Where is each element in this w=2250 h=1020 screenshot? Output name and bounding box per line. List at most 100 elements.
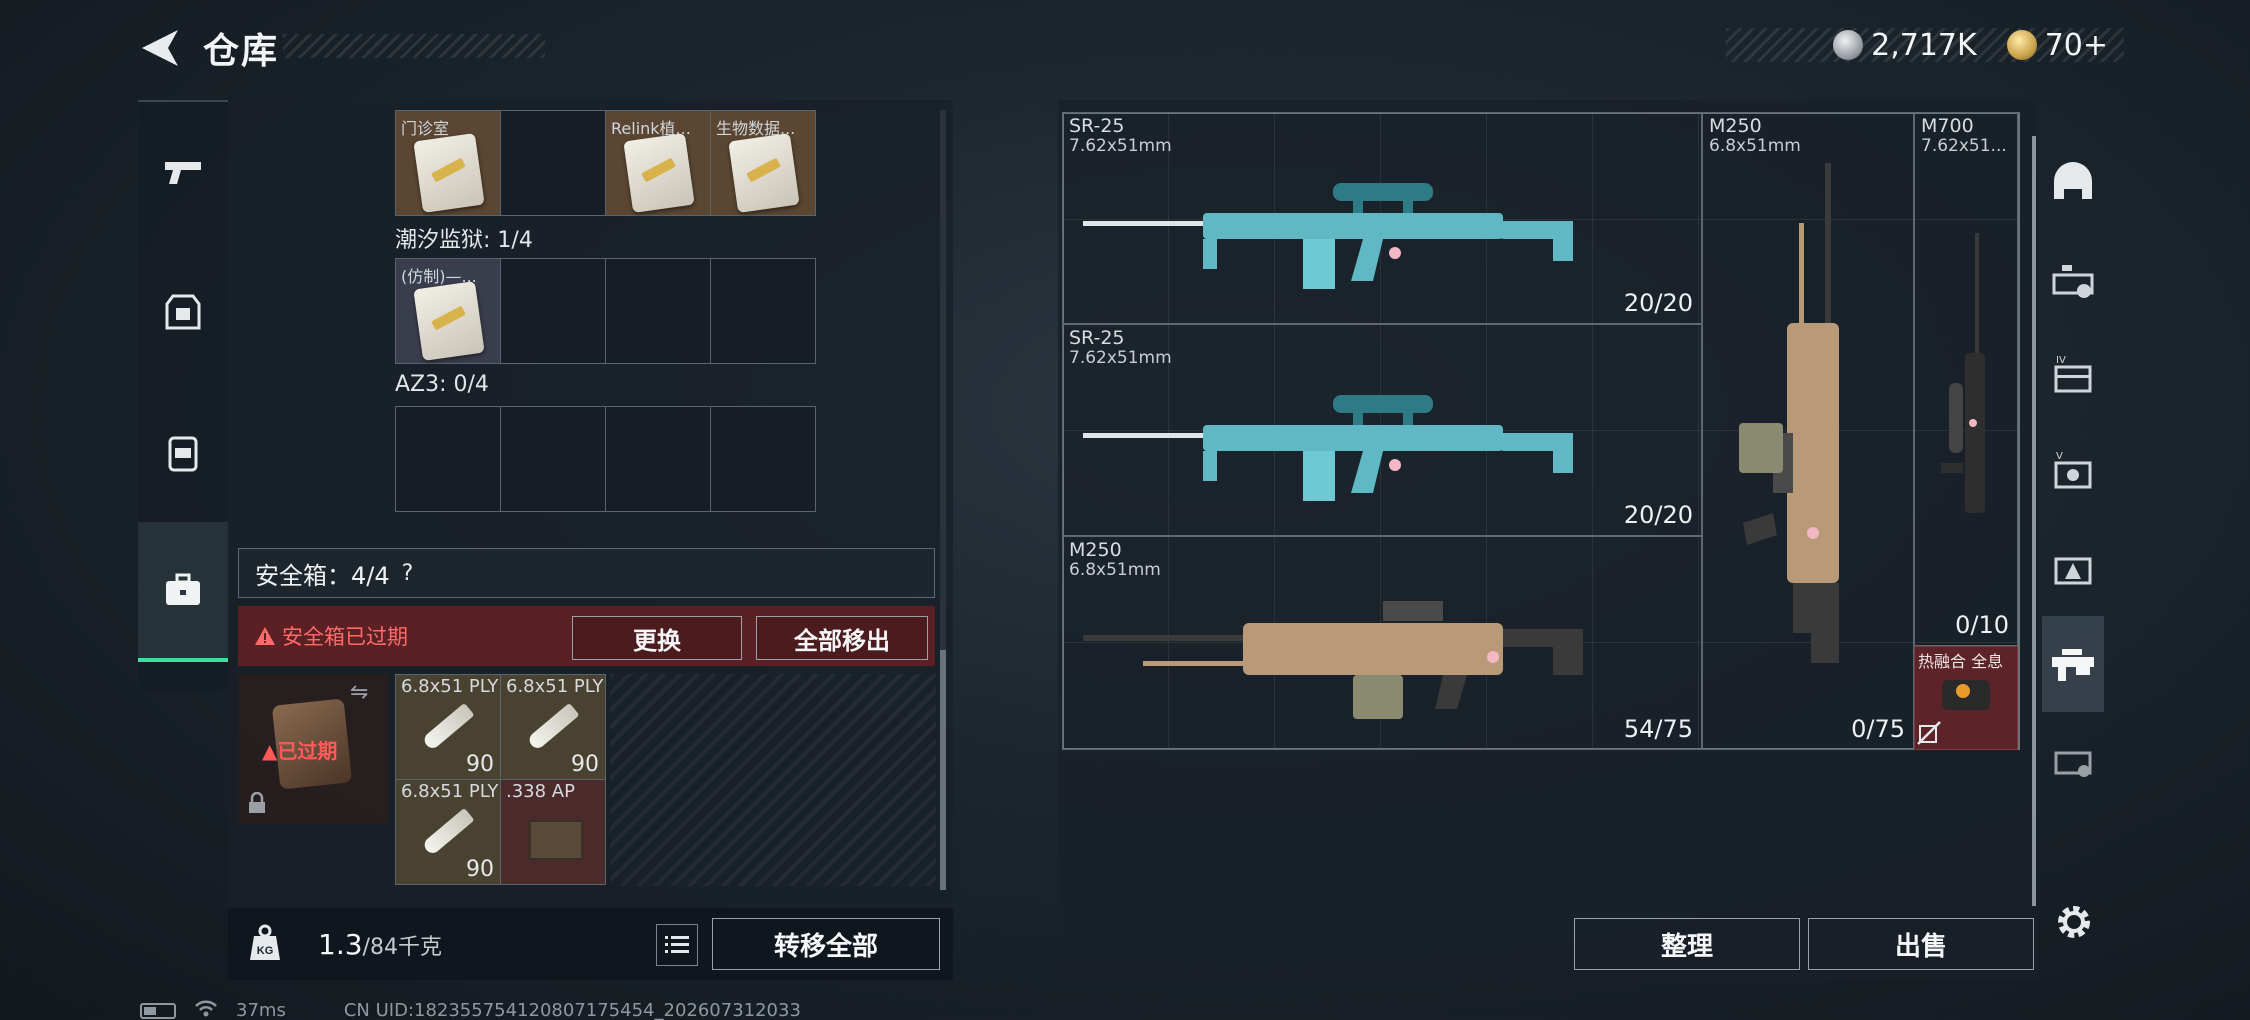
ammo-slot[interactable]: .338 AP bbox=[500, 779, 606, 885]
weapon-card[interactable]: SR-25 7.62x51mm 20/20 bbox=[1062, 324, 1702, 536]
rail-item-armor[interactable] bbox=[138, 242, 228, 382]
briefcase-icon bbox=[166, 573, 200, 605]
tier3-warning-icon bbox=[2054, 557, 2092, 585]
weapon-card[interactable]: M250 6.8x51mm 0/75 bbox=[1702, 112, 1914, 750]
section-label: AZ3: 0/4 bbox=[395, 372, 489, 397]
warning-icon bbox=[255, 627, 275, 645]
storage-slot-empty[interactable] bbox=[605, 406, 711, 512]
rail-item-secure-case[interactable] bbox=[138, 522, 228, 662]
storage-slot-empty[interactable] bbox=[500, 110, 606, 216]
lock-icon bbox=[246, 791, 268, 814]
tidy-button[interactable]: 整理 bbox=[1574, 918, 1800, 970]
battery-icon bbox=[140, 1002, 176, 1019]
status-footer: 37ms CN UID:182355754120807175454_202607… bbox=[140, 998, 801, 1020]
filter-tier3-warning[interactable] bbox=[2042, 520, 2104, 616]
replace-button[interactable]: 更换 bbox=[572, 616, 742, 660]
storage-row-1: 门诊室 Relink植... 生物数据... bbox=[395, 110, 816, 216]
filter-rail: IV V bbox=[2042, 136, 2104, 906]
storage-row-2: (仿制)—... bbox=[395, 258, 816, 364]
bullet-icon bbox=[526, 702, 580, 752]
filter-tier5[interactable]: V bbox=[2042, 424, 2104, 520]
storage-slot[interactable]: 门诊室 bbox=[395, 110, 501, 216]
user-uid: CN UID:182355754120807175454_20260731203… bbox=[343, 1000, 801, 1020]
tier3-misc-icon bbox=[2054, 751, 2092, 777]
m250-machine-gun-icon bbox=[1083, 601, 1583, 719]
filter-tier4[interactable]: IV bbox=[2042, 328, 2104, 424]
bullet-icon bbox=[421, 807, 475, 857]
currency-silver-value: 2,717K bbox=[1871, 27, 1977, 63]
m700-sniper-icon bbox=[1941, 233, 1985, 513]
bullet-icon bbox=[421, 702, 475, 752]
storage-slot-empty[interactable] bbox=[395, 406, 501, 512]
rail-item-backpack[interactable] bbox=[138, 382, 228, 522]
svg-text:V: V bbox=[2056, 451, 2063, 462]
secure-box-label: 安全箱：4/4 bbox=[255, 561, 390, 590]
storage-slot-empty[interactable] bbox=[710, 258, 816, 364]
secure-box-header: 安全箱：4/4 ? bbox=[238, 548, 935, 598]
keycard-icon bbox=[623, 133, 695, 213]
weight-value: 1.3/84千克 bbox=[318, 928, 442, 961]
weapon-card[interactable]: M250 6.8x51mm 54/75 bbox=[1062, 536, 1702, 750]
storage-slot-empty[interactable] bbox=[710, 406, 816, 512]
list-view-button[interactable] bbox=[656, 924, 698, 966]
pistol-icon bbox=[165, 162, 201, 184]
list-icon bbox=[665, 936, 689, 953]
tier5-item-icon: V bbox=[2054, 451, 2092, 489]
rail-item-pistol[interactable] bbox=[138, 102, 228, 242]
storage-row-3 bbox=[395, 406, 816, 512]
page-title: 仓库 bbox=[203, 31, 280, 72]
back-button[interactable] bbox=[138, 26, 182, 70]
secure-box-empty-area bbox=[610, 674, 936, 886]
rifle-icon bbox=[2052, 649, 2094, 681]
filter-helmet[interactable] bbox=[2042, 136, 2104, 232]
storage-slot[interactable]: 生物数据... bbox=[710, 110, 816, 216]
armor-icon bbox=[165, 294, 201, 330]
thermal-lens bbox=[1956, 684, 1970, 698]
filter-rail-divider bbox=[2032, 136, 2036, 906]
weight-icon: KG bbox=[248, 924, 282, 962]
storage-slot-empty[interactable] bbox=[500, 406, 606, 512]
settings-button[interactable] bbox=[2052, 900, 2096, 944]
keycard-icon bbox=[413, 281, 485, 361]
help-icon[interactable]: ? bbox=[402, 561, 414, 586]
silver-coin-icon bbox=[1833, 30, 1864, 60]
ammo-slot[interactable]: 6.8x51 PLY 90 bbox=[395, 779, 501, 885]
tier4-case-icon: IV bbox=[2054, 355, 2092, 393]
remove-all-button[interactable]: 全部移出 bbox=[756, 616, 928, 660]
weapon-card[interactable]: SR-25 7.62x51mm 20/20 bbox=[1062, 112, 1702, 324]
filter-tier3[interactable] bbox=[2042, 232, 2104, 328]
ammo-box-icon bbox=[529, 820, 583, 860]
weapon-card[interactable]: M700 7.62x51... 0/10 bbox=[1914, 112, 2018, 646]
unlink-icon bbox=[1916, 720, 1942, 746]
storage-slot[interactable]: (仿制)—... bbox=[395, 258, 501, 364]
currency-display: 2,717K 70+ bbox=[1726, 27, 2124, 63]
storage-slot-empty[interactable] bbox=[605, 258, 711, 364]
category-rail bbox=[138, 100, 228, 690]
storage-scrollbar-thumb[interactable] bbox=[940, 650, 946, 890]
storage-slot[interactable]: Relink植... bbox=[605, 110, 711, 216]
ammo-slot[interactable]: 6.8x51 PLY 90 bbox=[500, 674, 606, 780]
gold-coin-icon bbox=[2006, 30, 2037, 60]
keycard-icon bbox=[413, 133, 485, 213]
sell-button[interactable]: 出售 bbox=[1808, 918, 2034, 970]
ammo-slot[interactable]: 6.8x51 PLY 90 bbox=[395, 674, 501, 780]
filter-rifle[interactable] bbox=[2042, 616, 2104, 712]
keycard-icon bbox=[728, 133, 800, 213]
backpack-icon bbox=[168, 436, 198, 472]
settings-icon bbox=[2058, 906, 2090, 938]
sr25-rifle-icon bbox=[1083, 395, 1573, 501]
sr25-rifle-icon bbox=[1083, 183, 1573, 289]
case-expired-label: ▲已过期 bbox=[262, 739, 338, 763]
helmet-icon bbox=[2054, 162, 2092, 199]
filter-tier3-misc[interactable] bbox=[2042, 712, 2104, 808]
ping-value: 37ms bbox=[236, 1000, 286, 1020]
tier3-weapon-icon bbox=[2052, 265, 2094, 298]
section-label: 潮汐监狱: 1/4 bbox=[395, 228, 533, 253]
svg-text:KG: KG bbox=[257, 945, 274, 957]
back-arrow-icon bbox=[142, 30, 178, 66]
wifi-icon bbox=[194, 998, 218, 1020]
storage-slot-empty[interactable] bbox=[500, 258, 606, 364]
transfer-all-button[interactable]: 转移全部 bbox=[712, 918, 940, 970]
m250-machine-gun-icon bbox=[1739, 163, 1839, 663]
swap-icon[interactable]: ⇋ bbox=[350, 680, 368, 705]
